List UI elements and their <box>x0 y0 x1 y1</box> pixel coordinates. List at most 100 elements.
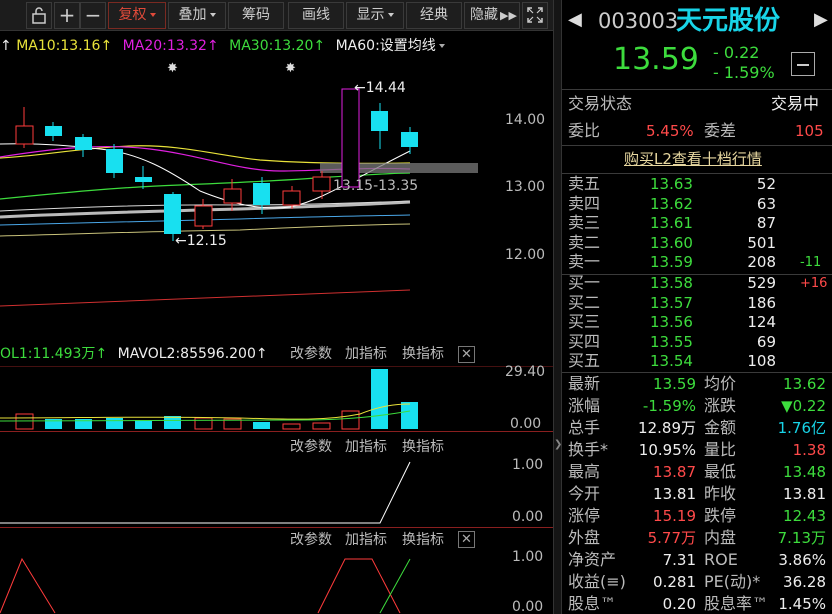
bid-level-label: 买三 <box>568 312 601 332</box>
up-arrow-icon: ↑ <box>95 346 108 362</box>
volume-chart <box>0 366 553 430</box>
ask-price: 13.63 <box>650 175 693 193</box>
stat-value: 13.62 <box>783 375 826 393</box>
trade-status-value: 交易中 <box>771 94 820 113</box>
stat-value: 13.48 <box>783 463 826 481</box>
jingdian-button[interactable]: 经典 <box>406 2 462 29</box>
stat-label: 股息率™ <box>704 594 769 613</box>
indicator-chart-1 <box>0 461 411 524</box>
bid-price: 13.56 <box>650 313 693 332</box>
close-icon[interactable]: ✕ <box>458 346 475 363</box>
switch-indicator-button[interactable]: 换指标 <box>402 533 444 547</box>
bid-price: 13.58 <box>650 274 693 292</box>
weibi-value: 5.45% <box>646 122 694 140</box>
change-params-button[interactable]: 改参数 <box>290 347 332 361</box>
yincang-label: 隐藏 <box>470 7 498 23</box>
fullscreen-icon[interactable] <box>522 2 548 29</box>
candles <box>15 88 418 241</box>
stat-label: 最新 <box>568 374 601 393</box>
indicator-chart-2 <box>0 557 411 614</box>
xianshi-label: 显示 <box>356 7 385 23</box>
stat-value: 5.77万 <box>647 529 696 547</box>
stat-label: 涨幅 <box>568 396 601 415</box>
stat-label: 股息™ <box>568 594 617 613</box>
stat-label: ROE <box>704 550 738 569</box>
add-indicator-button[interactable]: 加指标 <box>345 440 387 454</box>
panel-splitter[interactable]: ❯ <box>553 0 562 614</box>
stat-label: 均价 <box>704 374 737 393</box>
ask-volume: 208 <box>747 253 776 272</box>
prev-stock-icon[interactable]: ◀ <box>568 11 582 29</box>
change-params-button[interactable]: 改参数 <box>290 440 332 454</box>
yincang-button[interactable]: 隐藏 ▶▶ <box>464 2 520 29</box>
zoom-in-icon[interactable]: + <box>54 2 80 29</box>
volume-tick: 29.40 <box>505 364 546 380</box>
chevron-down-icon <box>209 13 216 17</box>
stat-label: 涨停 <box>568 506 601 525</box>
weicha-value: 105 <box>795 122 824 140</box>
stat-label: 今开 <box>568 484 601 503</box>
minimize-icon[interactable] <box>791 52 815 76</box>
stat-label: 跌停 <box>704 506 737 525</box>
fuquan-button[interactable]: 复权 <box>108 2 166 29</box>
bid-level-label: 买四 <box>568 331 601 351</box>
range-annotation: 13.15-13.35 <box>333 178 419 194</box>
stat-value: ▼0.22 <box>781 397 826 415</box>
volume-legend: OL1:11.493万↑ MAVOL2:85596.200↑ <box>0 347 268 361</box>
bid-price: 13.57 <box>650 293 693 312</box>
ask-level-label: 卖二 <box>568 232 601 252</box>
divider <box>562 89 832 90</box>
ask-volume: 501 <box>747 233 776 252</box>
panel-divider <box>0 431 553 432</box>
ma-red-line <box>0 289 411 307</box>
switch-indicator-button[interactable]: 换指标 <box>402 440 444 454</box>
chart-area[interactable]: ↑ MA10:13.16↑ MA20:13.32↑ MA30:13.20↑ MA… <box>0 31 553 614</box>
price-tick: 12.00 <box>505 247 546 263</box>
double-chevron-right-icon: ▶▶ <box>500 9 517 22</box>
xianshi-button[interactable]: 显示 <box>346 2 404 29</box>
zoom-out-icon[interactable]: − <box>80 2 106 29</box>
bid-level-label: 买五 <box>568 351 601 371</box>
next-stock-icon[interactable]: ▶ <box>814 11 828 29</box>
unlock-icon[interactable] <box>26 2 52 29</box>
quote-panel: ◀ 003003 天元股份 ▶ 13.59 - 0.22 - 1.59% 交易状… <box>562 0 832 614</box>
divider <box>562 274 832 275</box>
stat-value: 36.28 <box>783 573 826 591</box>
add-indicator-button[interactable]: 加指标 <box>345 533 387 547</box>
stat-value: 13.87 <box>653 463 696 481</box>
switch-indicator-button[interactable]: 换指标 <box>402 347 444 361</box>
weibi-label: 委比 <box>568 121 601 140</box>
buy-l2-link[interactable]: 购买L2查看十档行情 <box>624 152 762 167</box>
ask-level-label: 卖三 <box>568 213 601 233</box>
price-change: - 0.22 <box>713 43 760 62</box>
diejia-button[interactable]: 叠加 <box>168 2 226 29</box>
bid-volume: 69 <box>756 332 776 351</box>
huaxian-button[interactable]: 画线 <box>288 2 344 29</box>
bid-volume: 186 <box>747 293 776 312</box>
change-params-button[interactable]: 改参数 <box>290 533 332 547</box>
stat-label: PE(动)* <box>704 572 761 591</box>
ask-volume: 63 <box>756 194 776 213</box>
ask-volume: 87 <box>756 214 776 233</box>
stat-value: 13.81 <box>653 485 696 503</box>
stat-label: 量比 <box>704 440 737 459</box>
bid-delta: +16 <box>800 276 828 291</box>
chouma-button[interactable]: 筹码 <box>228 2 284 29</box>
ask-level-label: 卖四 <box>568 193 601 213</box>
stat-value: 7.13万 <box>777 529 826 547</box>
bid-price: 13.54 <box>650 352 693 371</box>
chart-toolbar: + − 复权 叠加 筹码 画线 显示 经典 隐藏 ▶▶ <box>0 0 553 31</box>
bid-level-label: 买一 <box>568 273 601 292</box>
ask-price: 13.59 <box>650 253 693 272</box>
stat-value: 10.95% <box>638 441 696 459</box>
close-icon[interactable]: ✕ <box>458 531 475 548</box>
stat-value: 13.81 <box>783 485 826 503</box>
stat-value: 1.76亿 <box>777 419 826 437</box>
bid-volume: 124 <box>747 313 776 332</box>
kline-chart <box>0 88 478 307</box>
add-indicator-button[interactable]: 加指标 <box>345 347 387 361</box>
chevron-down-icon <box>149 13 156 17</box>
low-value: 12.15 <box>186 233 227 249</box>
high-annotation: ←14.44 <box>354 80 406 96</box>
trade-status-label: 交易状态 <box>568 94 633 113</box>
